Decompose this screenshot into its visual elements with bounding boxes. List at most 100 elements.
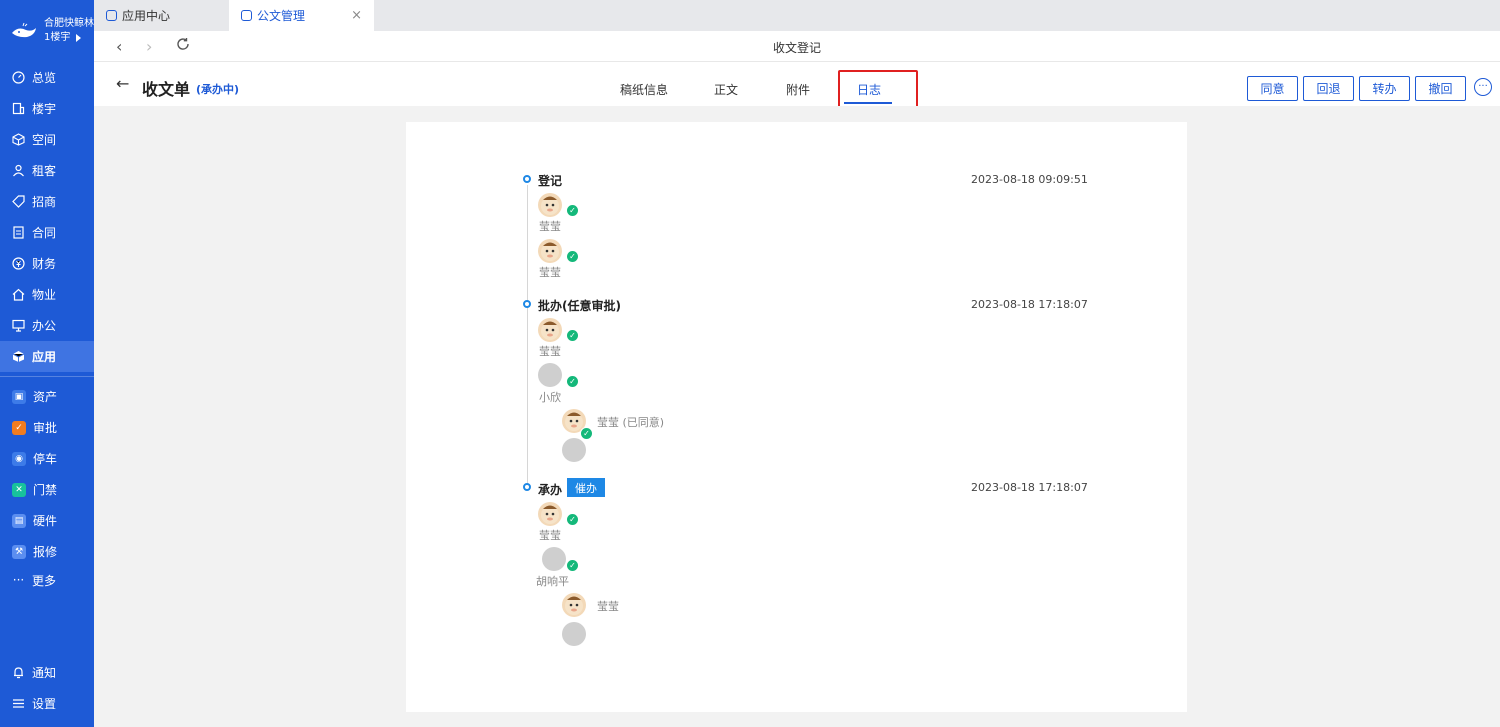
caret-right-icon — [76, 34, 82, 42]
hardware-icon: ▤ — [12, 513, 26, 528]
dashboard-icon — [12, 71, 25, 84]
avatar — [562, 593, 586, 617]
tab-app-center[interactable]: 应用中心 — [94, 0, 229, 31]
delegate-name: 莹莹 — [597, 600, 619, 613]
bottom-nav: 通知 设置 — [0, 657, 94, 719]
nav-label: 租客 — [32, 164, 57, 178]
step-title: 承办 — [538, 483, 563, 497]
more-dots-icon: ··· — [12, 573, 25, 587]
app-label: 门禁 — [33, 483, 58, 497]
tab-draft-info[interactable]: 稿纸信息 — [620, 81, 668, 98]
nav-label: 办公 — [32, 319, 57, 333]
app-label: 硬件 — [33, 514, 58, 528]
tab-attachments[interactable]: 附件 — [786, 81, 810, 98]
avatar — [538, 363, 562, 387]
avatar — [538, 318, 562, 342]
app-label: 审批 — [33, 421, 58, 435]
nav-item-notify[interactable]: 通知 — [0, 657, 94, 688]
app-item-access[interactable]: ✕ 门禁 — [0, 474, 94, 505]
home-icon — [12, 288, 25, 301]
nav-item-contract[interactable]: 合同 — [0, 217, 94, 248]
org-switcher[interactable]: 合肥快鲸林 1楼宇 — [0, 0, 94, 62]
transfer-button[interactable]: 转办 — [1359, 76, 1410, 101]
app-item-parking[interactable]: ◉ 停车 — [0, 443, 94, 474]
back-arrow-icon[interactable]: ← — [116, 74, 129, 93]
timeline-line — [527, 185, 528, 485]
step-time: 2023-08-18 17:18:07 — [971, 298, 1088, 311]
users-icon — [12, 164, 25, 177]
tab-document-management[interactable]: 公文管理 × — [229, 0, 374, 31]
main-nav: 总览 楼宇 空间 租客 招商 合同 财务 物业 办公 应用 ▣ 资产 ✓ 审批 … — [0, 62, 94, 593]
avatar — [562, 438, 586, 462]
withdraw-button[interactable]: 撤回 — [1415, 76, 1466, 101]
monitor-icon — [12, 319, 25, 332]
avatar — [542, 547, 566, 571]
app-icon — [12, 350, 25, 363]
app-label: 停车 — [33, 452, 58, 466]
nav-item-settings[interactable]: 设置 — [0, 688, 94, 719]
page-title: 收文单 — [142, 80, 191, 99]
nav-item-more[interactable]: ··· 更多 — [0, 567, 94, 593]
nav-item-property[interactable]: 物业 — [0, 279, 94, 310]
check-icon: ✓ — [566, 559, 579, 572]
nav-item-investment[interactable]: 招商 — [0, 186, 94, 217]
window-tabbar: 应用中心 公文管理 × — [94, 0, 1500, 31]
app-item-repair[interactable]: ⚒ 报修 — [0, 536, 94, 567]
app-label: 报修 — [33, 545, 58, 559]
nav-item-finance[interactable]: 财务 — [0, 248, 94, 279]
timeline-dot — [523, 300, 531, 308]
assets-icon: ▣ — [12, 389, 26, 404]
nav-label: 合同 — [32, 226, 57, 240]
app-center-icon — [106, 10, 117, 21]
check-icon: ✓ — [566, 513, 579, 526]
menu-icon — [12, 697, 25, 710]
app-label: 资产 — [33, 390, 58, 404]
cube-icon — [12, 133, 25, 146]
address-bar: ‹ › 收文登记 — [94, 31, 1500, 62]
nav-item-apps[interactable]: 应用 — [0, 341, 94, 372]
user-name: 小欣 — [539, 391, 561, 404]
tab-label: 公文管理 — [257, 9, 306, 23]
approval-icon: ✓ — [12, 420, 26, 435]
nav-divider — [0, 376, 94, 377]
step-title: 批办(任意审批) — [538, 299, 621, 313]
nav-label: 财务 — [32, 257, 57, 271]
nav-label: 楼宇 — [32, 102, 57, 116]
document-icon — [12, 226, 25, 239]
check-icon: ✓ — [566, 375, 579, 388]
check-icon: ✓ — [580, 427, 593, 440]
nav-item-tenant[interactable]: 租客 — [0, 155, 94, 186]
nav-item-space[interactable]: 空间 — [0, 124, 94, 155]
app-item-approval[interactable]: ✓ 审批 — [0, 412, 94, 443]
more-options-button[interactable]: ··· — [1474, 78, 1492, 96]
user-name: 莹莹 — [539, 220, 561, 233]
whale-logo-icon — [12, 22, 36, 38]
tab-body[interactable]: 正文 — [714, 81, 738, 98]
return-button[interactable]: 回退 — [1303, 76, 1354, 101]
status-badge: (承办中) — [196, 83, 240, 96]
avatar — [538, 502, 562, 526]
nav-label: 应用 — [32, 350, 57, 364]
tag-icon — [12, 195, 25, 208]
nav-label: 设置 — [32, 697, 57, 711]
close-icon[interactable]: × — [351, 8, 362, 23]
nav-label: 更多 — [32, 573, 57, 588]
repair-icon: ⚒ — [12, 544, 26, 559]
app-item-hardware[interactable]: ▤ 硬件 — [0, 505, 94, 536]
approve-button[interactable]: 同意 — [1247, 76, 1298, 101]
nav-item-office[interactable]: 办公 — [0, 310, 94, 341]
log-card — [406, 122, 1187, 712]
check-icon: ✓ — [566, 250, 579, 263]
app-item-assets[interactable]: ▣ 资产 — [0, 381, 94, 412]
step-time: 2023-08-18 09:09:51 — [971, 173, 1088, 186]
nav-label: 总览 — [32, 71, 57, 85]
nav-label: 空间 — [32, 133, 57, 147]
nav-label: 物业 — [32, 288, 57, 302]
nav-item-building[interactable]: 楼宇 — [0, 93, 94, 124]
nav-item-overview[interactable]: 总览 — [0, 62, 94, 93]
page-address-title: 收文登记 — [772, 41, 821, 55]
urge-button[interactable]: 催办 — [567, 478, 605, 497]
document-management-icon — [241, 10, 252, 21]
money-icon — [12, 257, 25, 270]
user-name: 莹莹 — [539, 266, 561, 279]
